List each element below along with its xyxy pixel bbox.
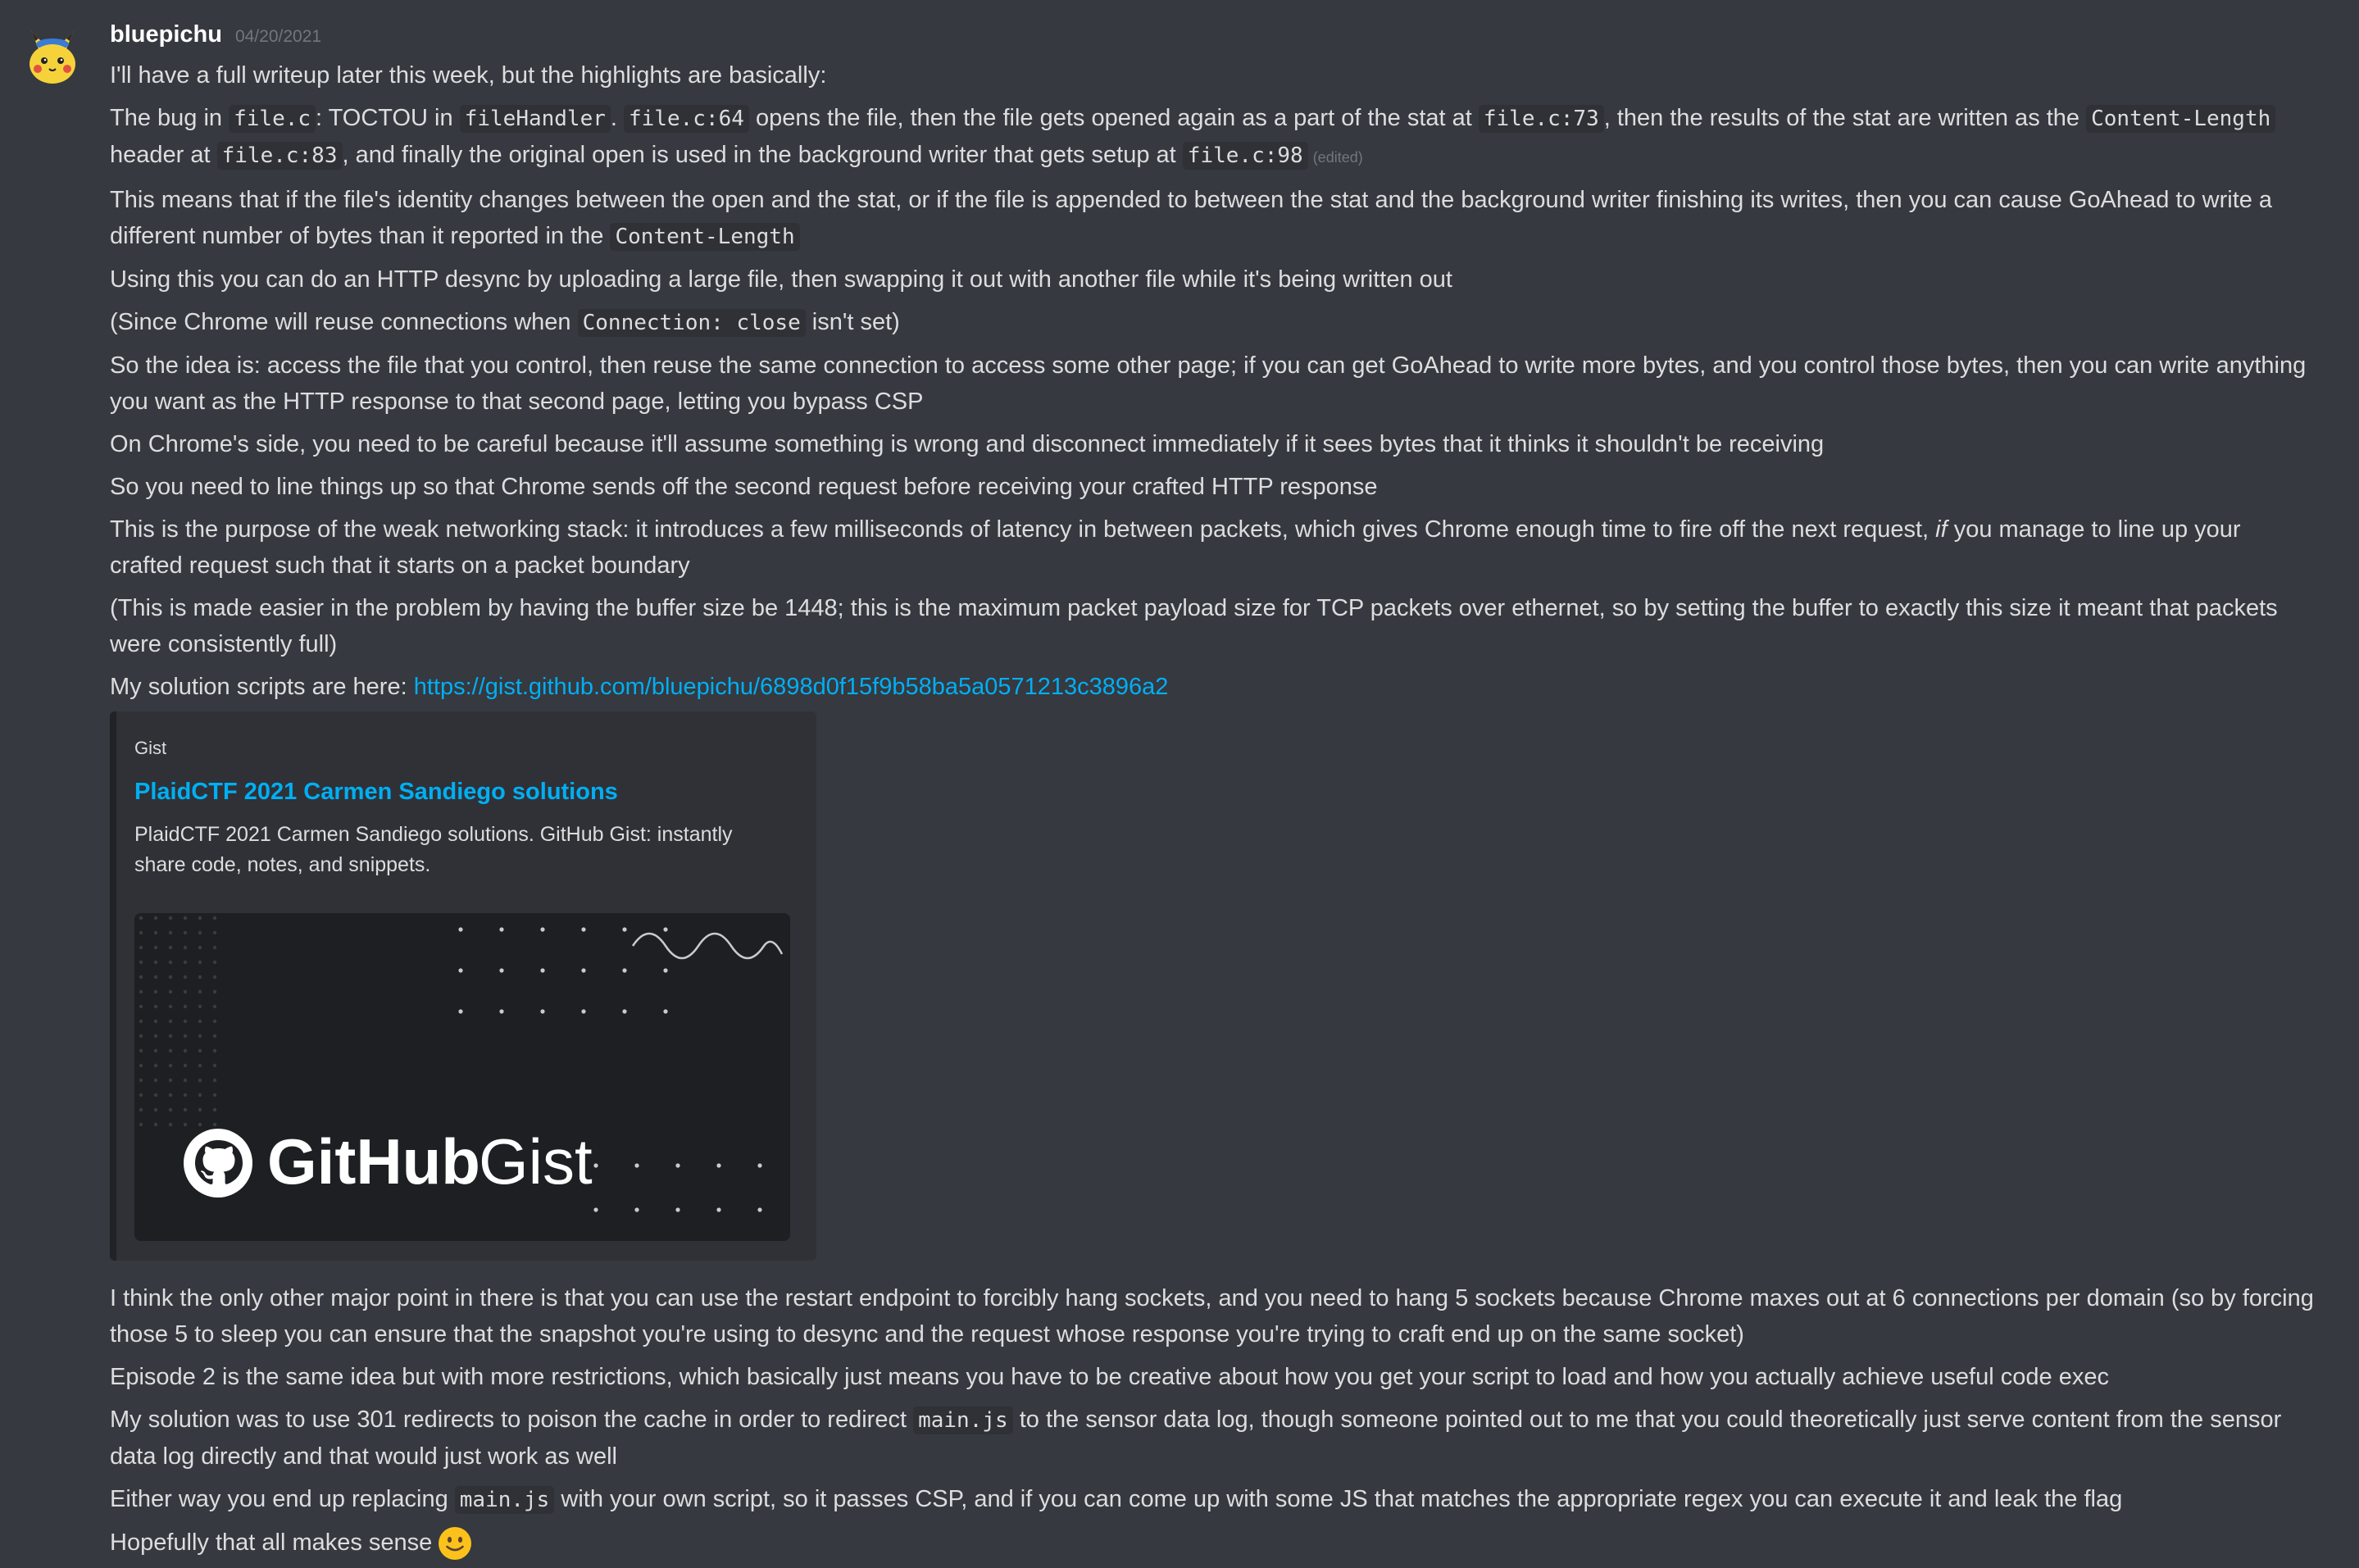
embed-provider[interactable]: Gist xyxy=(134,736,790,761)
username[interactable]: bluepichu xyxy=(110,21,222,48)
message-line: My solution was to use 301 redirects to … xyxy=(110,1402,2315,1475)
text-span: This means that if the file's identity c… xyxy=(110,187,2273,249)
chat-message: bluepichu 04/20/2021 I'll have a full wr… xyxy=(0,0,2359,1561)
message-content: bluepichu 04/20/2021 I'll have a full wr… xyxy=(110,21,2315,1568)
message-line: Using this you can do an HTTP desync by … xyxy=(110,266,1452,293)
message-line: So you need to line things up so that Ch… xyxy=(110,474,1378,500)
text-span: This is the purpose of the weak networki… xyxy=(110,516,1936,543)
pikachu-avatar-icon xyxy=(20,23,85,89)
inline-code: file.c xyxy=(229,105,316,133)
message-line: My solution scripts are here: https://gi… xyxy=(110,669,2315,705)
text-span: My solution scripts are here: xyxy=(110,674,414,700)
inline-code: Content-Length xyxy=(2086,105,2276,133)
embed-title[interactable]: PlaidCTF 2021 Carmen Sandiego solutions xyxy=(134,775,790,808)
text-span: Either way you end up replacing xyxy=(110,1486,455,1512)
gist-link[interactable]: https://gist.github.com/bluepichu/6898d0… xyxy=(414,674,1169,700)
text-span: isn't set) xyxy=(805,309,900,335)
text-span: (Since Chrome will reuse connections whe… xyxy=(110,309,578,335)
inline-code: file.c:83 xyxy=(216,142,343,170)
inline-code: file.c:64 xyxy=(624,105,749,133)
user-avatar[interactable] xyxy=(20,23,85,89)
link-embed: Gist PlaidCTF 2021 Carmen Sandiego solut… xyxy=(110,711,816,1261)
inline-code: fileHandler xyxy=(459,105,611,133)
text-span: , then the results of the stat are writt… xyxy=(1603,105,2087,131)
timestamp: 04/20/2021 xyxy=(234,27,322,46)
message-line: (Since Chrome will reuse connections whe… xyxy=(110,304,2315,341)
message-line: The bug in file.c: TOCTOU in fileHandler… xyxy=(110,100,2315,175)
text-span: header at xyxy=(110,142,217,168)
text-span: with your own script, so it passes CSP, … xyxy=(554,1486,2123,1512)
message-line: On Chrome's side, you need to be careful… xyxy=(110,431,1825,457)
text-span: Hopefully that all makes sense xyxy=(110,1529,433,1556)
text-span: The bug in xyxy=(110,105,230,131)
inline-code: file.c:98 xyxy=(1182,142,1308,170)
github-octocat-icon xyxy=(184,1129,252,1198)
message-line: This is the purpose of the weak networki… xyxy=(110,511,2315,584)
text-span: opens the file, then the file gets opene… xyxy=(748,105,1479,131)
inline-code: Content-Length xyxy=(610,223,800,251)
inline-code: Connection: close xyxy=(577,309,806,337)
emphasis-text: if xyxy=(1935,516,1948,543)
embed-description: PlaidCTF 2021 Carmen Sandiego solutions.… xyxy=(134,823,733,876)
text-span: My solution was to use 301 redirects to … xyxy=(110,1407,914,1433)
edited-label: (edited) xyxy=(1312,149,1363,166)
message-line: I think the only other major point in th… xyxy=(110,1285,2314,1348)
message-line: So the idea is: access the file that you… xyxy=(110,352,2307,415)
text-span: , and finally the original open is used … xyxy=(342,142,1183,168)
inline-code: main.js xyxy=(913,1407,1013,1434)
embed-image[interactable]: GitHub Gist xyxy=(134,913,790,1241)
text-span: : TOCTOU in xyxy=(316,105,460,131)
message-line: Hopefully that all makes sense xyxy=(110,1525,2315,1561)
message-line: Either way you end up replacing main.js … xyxy=(110,1481,2315,1518)
message-line: Episode 2 is the same idea but with more… xyxy=(110,1364,2109,1390)
gist-logo-text: Gist xyxy=(479,1125,593,1198)
slightly-smiling-face-emoji-icon[interactable] xyxy=(437,1525,473,1561)
inline-code: file.c:73 xyxy=(1478,105,1604,133)
message-header: bluepichu 04/20/2021 xyxy=(110,21,2315,57)
github-gist-banner: GitHub Gist xyxy=(134,913,790,1241)
message-line: (This is made easier in the problem by h… xyxy=(110,595,2278,657)
github-logo-text: GitHub xyxy=(267,1125,480,1198)
message-line: This means that if the file's identity c… xyxy=(110,182,2315,255)
text-span: . xyxy=(610,105,625,131)
inline-code: main.js xyxy=(454,1486,555,1514)
message-line: I'll have a full writeup later this week… xyxy=(110,62,827,89)
